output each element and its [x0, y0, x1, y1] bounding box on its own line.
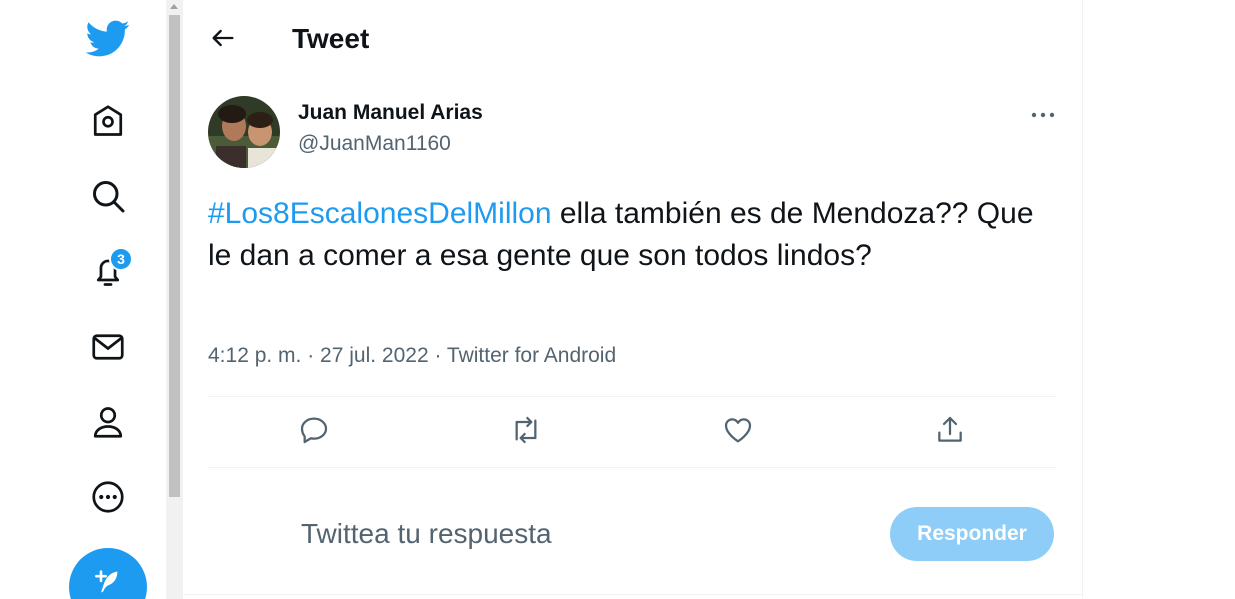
tweet-more-options-button[interactable] [1023, 100, 1063, 130]
share-button[interactable] [927, 409, 973, 455]
divider [183, 594, 1083, 595]
user-avatar [183, 505, 279, 575]
nav-notifications-button[interactable]: 3 [83, 247, 133, 298]
like-icon [722, 414, 754, 451]
author-name[interactable]: Juan Manuel Arias [298, 101, 483, 125]
scrollbar-thumb[interactable] [169, 15, 180, 497]
share-icon [934, 414, 966, 451]
arrow-left-icon [209, 24, 237, 57]
more-dots-icon [1031, 106, 1055, 124]
page-header: Tweet [183, 0, 1083, 78]
author-handle[interactable]: @JuanMan1160 [298, 132, 451, 156]
nav-more-button[interactable] [83, 474, 133, 524]
compose-tweet-button[interactable] [69, 548, 147, 599]
mail-icon [90, 329, 126, 370]
nav-messages-button[interactable] [83, 324, 133, 374]
scroll-up-arrow-icon[interactable] [170, 4, 178, 9]
nav-search-button[interactable] [83, 173, 133, 223]
search-icon [90, 178, 126, 219]
retweet-button[interactable] [503, 409, 549, 455]
notifications-badge: 3 [109, 247, 133, 271]
reply-input[interactable]: Twittea tu respuesta [301, 518, 552, 550]
nav-profile-button[interactable] [83, 399, 133, 449]
divider [208, 396, 1056, 397]
reply-icon [298, 414, 330, 451]
home-icon [90, 103, 126, 144]
reply-button[interactable] [291, 409, 337, 455]
hashtag-link[interactable]: #Los8EscalonesDelMillon [208, 197, 552, 230]
sidebar-nav: 3 [0, 0, 166, 599]
more-circle-icon [90, 479, 126, 520]
retweet-icon [510, 414, 542, 451]
reply-submit-button[interactable]: Responder [890, 507, 1054, 561]
author-avatar[interactable] [208, 96, 280, 168]
like-button[interactable] [715, 409, 761, 455]
tweet-text: #Los8EscalonesDelMillon ella también es … [208, 193, 1048, 277]
twitter-bird-icon [85, 16, 130, 65]
profile-icon [90, 404, 126, 445]
compose-feather-icon [94, 568, 122, 599]
page-scrollbar[interactable] [166, 0, 183, 599]
page-title: Tweet [292, 23, 370, 54]
back-button[interactable] [203, 20, 243, 60]
divider [208, 467, 1056, 468]
tweet-timestamp-source[interactable]: 4:12 p. m. · 27 jul. 2022 · Twitter for … [208, 344, 616, 368]
tweet-detail-column: Tweet Juan Manuel Arias @JuanMan1160 #Lo… [183, 0, 1083, 599]
nav-home-button[interactable] [83, 98, 133, 148]
twitter-logo-link[interactable] [83, 15, 133, 65]
